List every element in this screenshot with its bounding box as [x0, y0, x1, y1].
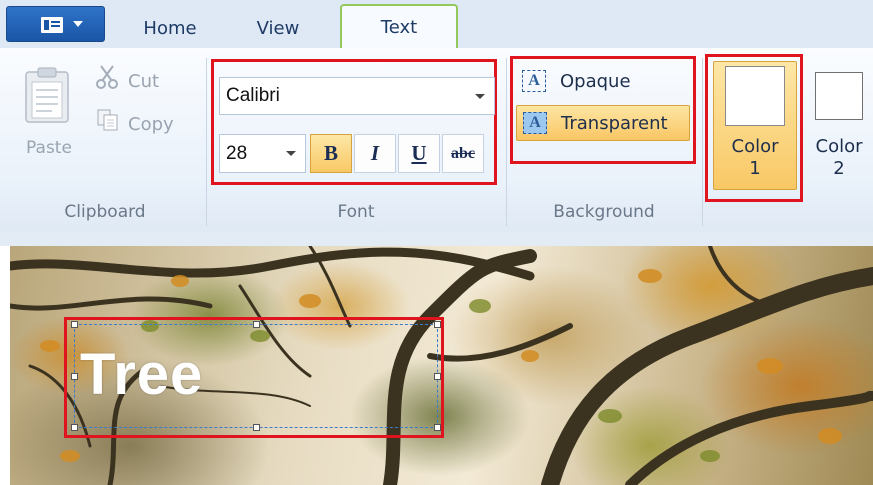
font-family-dropdown[interactable]: Calibri — [219, 77, 495, 115]
strikethrough-icon: abc — [451, 145, 475, 162]
group-divider — [702, 58, 703, 226]
scissors-icon — [96, 64, 128, 100]
color-2-label-line2: 2 — [833, 158, 845, 179]
resize-handle[interactable] — [434, 424, 441, 431]
font-size-value: 28 — [226, 143, 248, 164]
color-1-label-line2: 1 — [749, 158, 761, 179]
transparent-text-icon: A — [523, 112, 547, 134]
tab-view[interactable]: View — [226, 10, 330, 48]
tab-home[interactable]: Home — [118, 10, 222, 48]
canvas-text[interactable]: Tree — [80, 340, 203, 410]
underline-button[interactable]: U — [398, 134, 440, 173]
font-group: Calibri 28 B I U abc Font — [206, 48, 506, 232]
resize-handle[interactable] — [434, 373, 441, 380]
chevron-down-icon — [73, 21, 83, 27]
font-group-label: Font — [337, 202, 375, 222]
paste-clipboard-icon[interactable] — [24, 66, 70, 124]
tab-text[interactable]: Text — [340, 4, 458, 49]
resize-handle[interactable] — [253, 321, 260, 328]
background-group-label: Background — [553, 202, 655, 222]
bold-button[interactable]: B — [310, 134, 352, 173]
background-group: A Opaque A Transparent Background — [506, 48, 702, 232]
opaque-label: Opaque — [560, 71, 631, 92]
paste-button-label[interactable]: Paste — [20, 138, 78, 158]
chevron-down-icon — [475, 94, 485, 99]
color-2-swatch[interactable] — [815, 72, 863, 120]
strikethrough-button[interactable]: abc — [442, 134, 484, 173]
italic-icon: I — [370, 141, 380, 165]
paint-menu-button[interactable] — [6, 6, 105, 42]
resize-handle[interactable] — [71, 424, 78, 431]
color-2-label-line1: Color — [815, 136, 863, 157]
opaque-text-icon: A — [522, 70, 546, 92]
clipboard-group-label: Clipboard — [64, 202, 146, 222]
opaque-button[interactable]: A Opaque — [516, 64, 686, 100]
copy-icon — [96, 108, 128, 142]
resize-handle[interactable] — [434, 321, 441, 328]
resize-handle[interactable] — [71, 321, 78, 328]
ribbon-tab-bar: Home View Text — [0, 0, 873, 49]
font-family-value: Calibri — [226, 85, 280, 106]
resize-handle[interactable] — [71, 373, 78, 380]
font-size-dropdown[interactable]: 28 — [219, 134, 306, 173]
copy-label: Copy — [128, 114, 174, 135]
paint-menu-icon — [41, 17, 63, 33]
bold-icon: B — [323, 141, 338, 165]
italic-button[interactable]: I — [354, 134, 396, 173]
color-1-swatch[interactable] — [725, 66, 785, 126]
canvas-gutter — [0, 232, 873, 246]
copy-button[interactable]: Copy — [96, 108, 174, 138]
cut-label: Cut — [128, 71, 160, 92]
color-1-label-line1: Color — [731, 136, 779, 157]
chevron-down-icon — [286, 151, 296, 156]
color-2-label[interactable]: Color 2 — [806, 136, 872, 180]
clipboard-group: Paste Cut Copy Clipboard — [0, 48, 206, 232]
transparent-label: Transparent — [561, 113, 668, 134]
cut-button[interactable]: Cut — [96, 64, 159, 94]
underline-icon: U — [411, 141, 427, 165]
resize-handle[interactable] — [253, 424, 260, 431]
transparent-button[interactable]: A Transparent — [516, 105, 690, 141]
color-1-label[interactable]: Color 1 — [713, 136, 797, 180]
